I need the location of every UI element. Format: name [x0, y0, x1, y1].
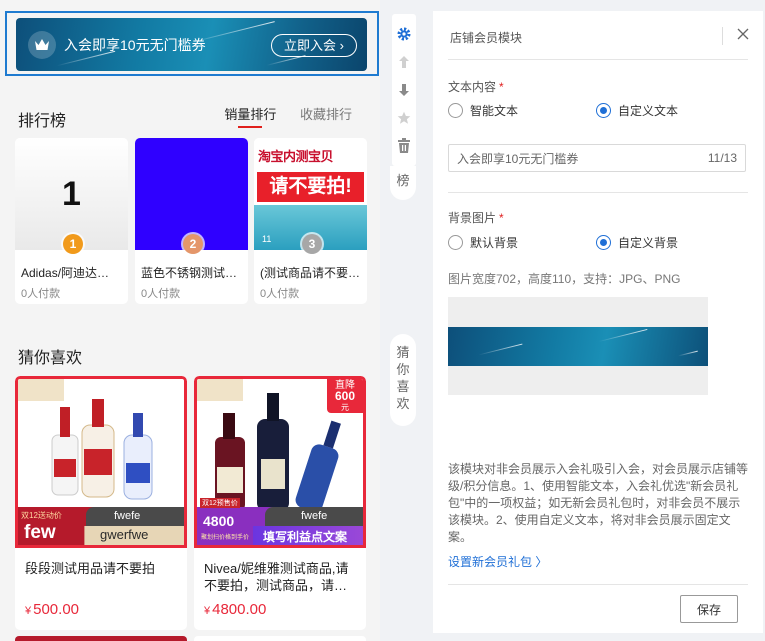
side-label-rank[interactable]: 榜 — [390, 166, 416, 200]
rank-card[interactable]: 2 蓝色不锈钢测试… 0人付款 — [135, 138, 248, 304]
store-preview: 入会即享10元无门槛券 立即入会 › 排行榜 销量排行 收藏排行 1 1 Adi… — [0, 0, 380, 641]
badge-unit: 元 — [341, 403, 349, 412]
rank-card[interactable]: 1 1 Adidas/阿迪达… 0人付款 — [15, 138, 128, 304]
product-sales: 0人付款 — [21, 288, 61, 300]
product-image-text: 11 — [262, 234, 272, 244]
panel-title: 店铺会员模块 — [450, 31, 523, 45]
gear-icon[interactable] — [395, 25, 413, 43]
radio-circle-icon — [596, 103, 611, 118]
currency-symbol: ¥ — [204, 605, 211, 617]
product-price: ¥4800.00 — [204, 601, 266, 618]
radio-smart-text[interactable]: 智能文本 — [448, 102, 518, 119]
product-name: (测试商品请不要… — [260, 266, 360, 280]
product-name: 蓝色不锈钢测试… — [141, 266, 238, 280]
shop-sub-text: gwerfwe — [100, 527, 149, 542]
tab-favorites-ranking[interactable]: 收藏排行 — [300, 107, 352, 122]
image-size-hint: 图片宽度702，高度110，支持：JPG、PNG — [448, 272, 681, 286]
close-icon[interactable] — [737, 27, 749, 45]
rank-card[interactable]: 淘宝内测宝贝 请不要拍! 11 3 (测试商品请不要… 0人付款 — [254, 138, 367, 304]
join-member-button[interactable]: 立即入会 › — [271, 34, 357, 57]
ranking-title: 排行榜 — [18, 113, 67, 130]
text-content-label: 文本内容 * — [448, 78, 504, 95]
product-name: 段段测试用品请不要拍 — [25, 561, 156, 576]
required-mark: * — [499, 211, 504, 225]
side-label-guess[interactable]: 猜你喜欢 — [390, 334, 416, 426]
star-icon[interactable] — [395, 109, 413, 127]
promo-price-text: few — [24, 522, 56, 543]
promo-tag-text: 双12预售价 — [200, 498, 240, 508]
currency-symbol: ¥ — [25, 605, 32, 617]
divider — [722, 27, 723, 45]
product-name: Adidas/阿迪达… — [21, 266, 110, 280]
set-new-member-gift-link[interactable]: 设置新会员礼包 〉 — [448, 553, 547, 570]
product-image-text: 请不要拍! — [257, 172, 364, 202]
badge-value: 600 — [334, 389, 356, 403]
arrow-down-icon[interactable] — [395, 81, 413, 99]
radio-label: 默认背景 — [470, 236, 519, 250]
shop-sub-text: 填写利益点文案 — [263, 530, 348, 544]
promo-sub-text: 聚划扫价格到手价 — [201, 535, 250, 541]
arrow-up-icon[interactable] — [395, 53, 413, 71]
shop-name-text: fwefe — [114, 510, 141, 522]
promo-price-text: 4800 — [203, 513, 235, 529]
label-text: 背景图片 — [448, 211, 497, 225]
product-image: 双12送动价 few fwefe gwerfwe — [15, 376, 187, 548]
ranking-tabs: 销量排行 收藏排行 — [204, 104, 352, 123]
module-toolbar — [392, 14, 416, 166]
member-banner-selected[interactable]: 入会即享10元无门槛券 立即入会 › — [5, 11, 379, 76]
divider — [448, 59, 748, 60]
radio-circle-icon — [448, 103, 463, 118]
guess-title: 猜你喜欢 — [18, 350, 83, 367]
tab-sales-ranking[interactable]: 销量排行 — [224, 107, 276, 122]
module-description: 该模块对非会员展示入会礼吸引入会，对会员展示店铺等级/积分信息。1、使用智能文本… — [448, 462, 749, 544]
product-sales: 0人付款 — [260, 288, 300, 300]
price-drop-badge: 直降 600 元 — [327, 379, 363, 413]
banner-text: 入会即享10元无门槛券 — [64, 37, 206, 53]
product-image: 直降 600 元 双12预售价 4800 聚划扫价格到手价 fwefe 填写利益… — [194, 376, 366, 548]
save-button[interactable]: 保存 — [680, 595, 738, 623]
rank-medal-icon: 1 — [63, 234, 83, 254]
radio-custom-text[interactable]: 自定义文本 — [596, 102, 678, 119]
required-mark: * — [499, 80, 504, 94]
guess-card[interactable]: 直降 600 元 双12预售价 4800 聚划扫价格到手价 fwefe 填写利益… — [194, 376, 366, 630]
background-image-upload[interactable] — [448, 297, 708, 395]
radio-custom-background[interactable]: 自定义背景 — [596, 234, 678, 251]
radio-label: 自定义文本 — [618, 104, 679, 118]
product-price: ¥500.00 — [25, 601, 79, 618]
product-sales: 0人付款 — [141, 288, 181, 300]
rank-medal-icon: 3 — [302, 234, 322, 254]
radio-label: 智能文本 — [470, 104, 519, 118]
background-image-preview — [448, 327, 708, 366]
next-card-edge — [194, 636, 366, 641]
radio-default-background[interactable]: 默认背景 — [448, 234, 518, 251]
divider — [448, 192, 748, 193]
product-name: Nivea/妮维雅测试商品,请不要拍，测试商品，请… — [204, 561, 349, 593]
side-label-text: 猜你喜欢 — [396, 345, 410, 411]
background-label: 背景图片 * — [448, 209, 504, 226]
promo-tag-text: 双12送动价 — [21, 511, 62, 520]
shop-name-text: fwefe — [301, 510, 328, 522]
price-value: 500.00 — [33, 601, 80, 618]
product-image-text: 1 — [62, 174, 81, 213]
settings-panel: 店铺会员模块 文本内容* 智能文本 自定义文本 11/13 背景图片* 默认背景… — [433, 11, 763, 633]
radio-label: 自定义背景 — [618, 236, 679, 250]
rank-medal-icon: 2 — [183, 234, 203, 254]
product-image-text: 淘宝内测宝贝 — [258, 149, 334, 164]
guess-card[interactable]: 双12送动价 few fwefe gwerfwe 段段测试用品请不要拍 ¥500… — [15, 376, 187, 630]
divider — [448, 584, 748, 585]
next-card-edge — [15, 636, 187, 641]
price-value: 4800.00 — [212, 601, 267, 618]
char-counter: 11/13 — [707, 151, 737, 165]
trash-icon[interactable] — [395, 137, 413, 155]
radio-circle-icon — [596, 235, 611, 250]
label-text: 文本内容 — [448, 80, 497, 94]
text-content-input[interactable] — [448, 144, 746, 172]
crown-icon — [28, 31, 56, 59]
member-banner[interactable]: 入会即享10元无门槛券 立即入会 › — [16, 18, 367, 71]
radio-circle-icon — [448, 235, 463, 250]
